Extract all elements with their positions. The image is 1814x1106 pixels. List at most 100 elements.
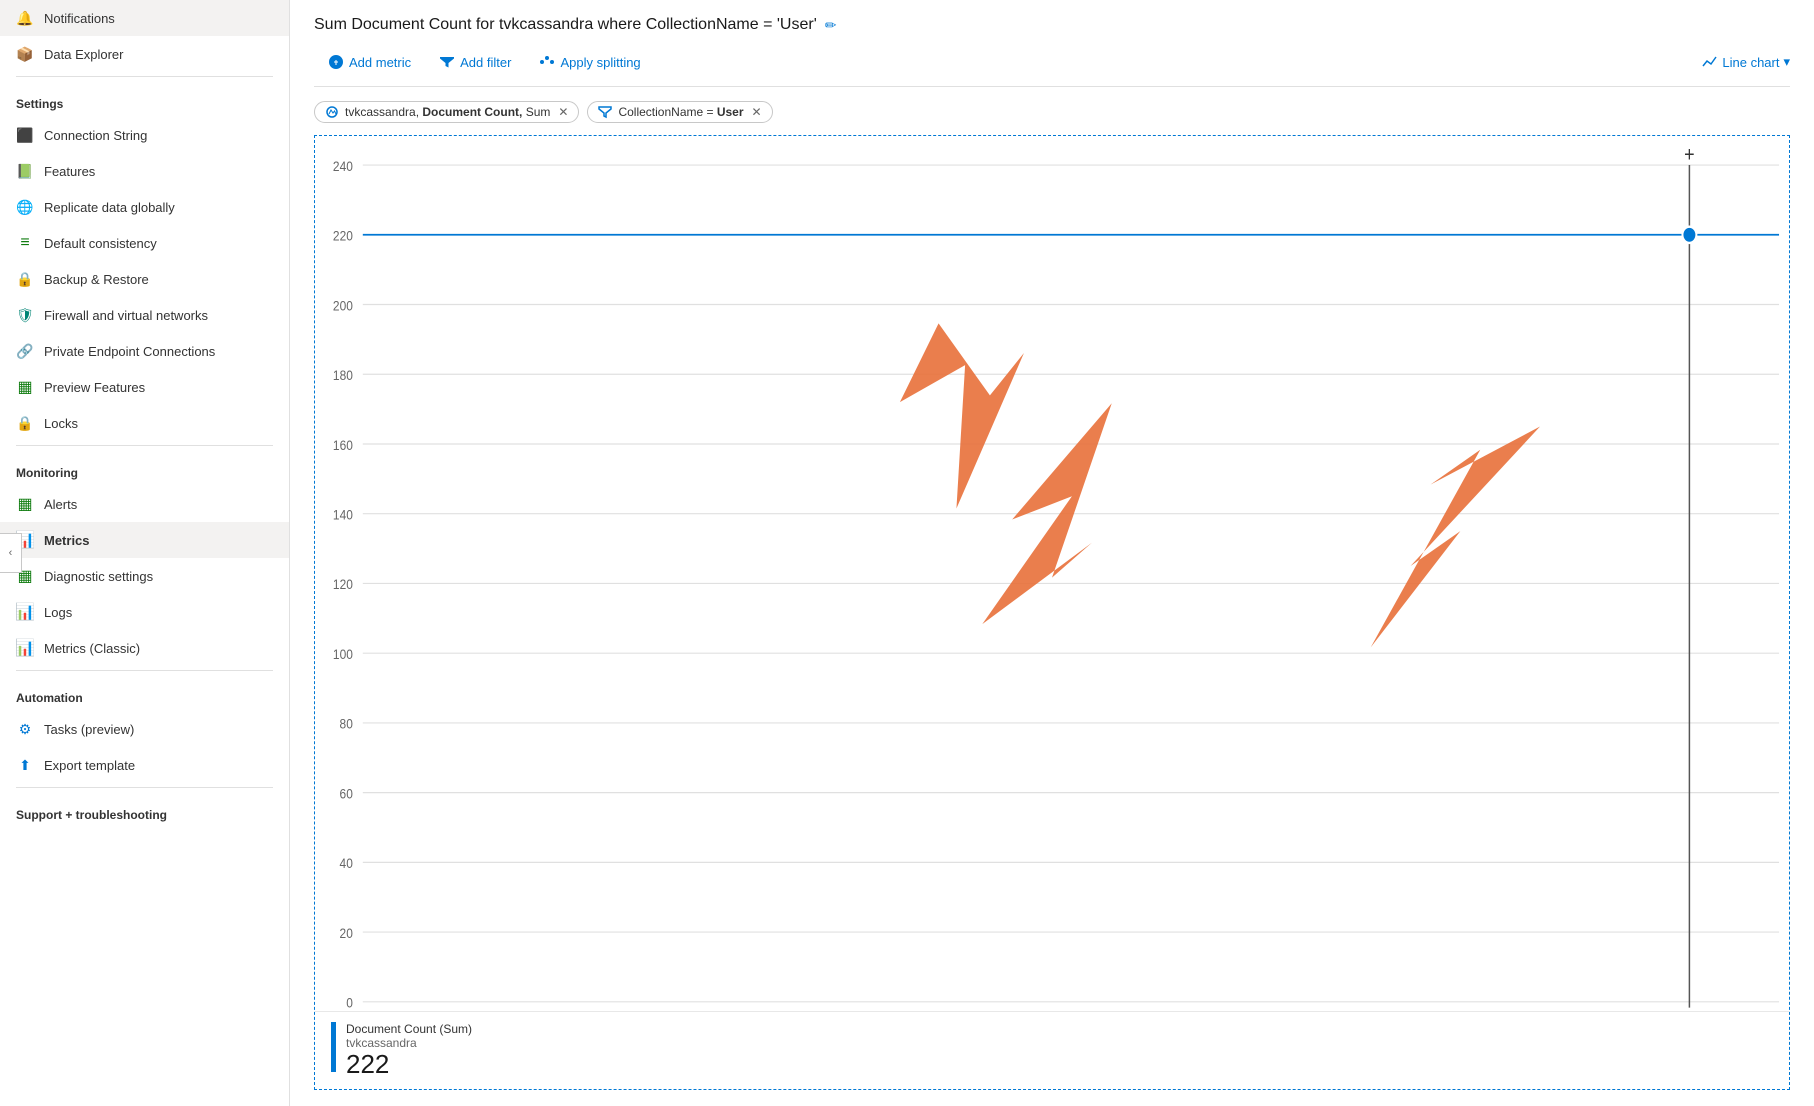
lock-icon: 🔒: [16, 414, 34, 432]
sidebar-item-label: Preview Features: [44, 380, 145, 395]
filter-tag-icon: [598, 105, 612, 119]
apply-splitting-icon: [539, 54, 555, 70]
add-filter-icon: [439, 54, 455, 70]
alerts-icon: ▦: [16, 495, 34, 513]
main-inner: Sum Document Count for tvkcassandra wher…: [290, 0, 1814, 1106]
svg-text:+: +: [1684, 143, 1694, 167]
add-filter-label: Add filter: [460, 55, 511, 70]
chart-container: 240 220 200 180 160 140 120 100 80 60 40…: [314, 135, 1790, 1090]
sidebar-item-label: Tasks (preview): [44, 722, 134, 737]
sidebar-item-logs[interactable]: 📊 Logs: [0, 594, 289, 630]
sidebar-item-data-explorer[interactable]: 📦 Data Explorer: [0, 36, 289, 72]
export-icon: ⬆: [16, 756, 34, 774]
sidebar-item-metrics[interactable]: 📊 Metrics: [0, 522, 289, 558]
sidebar-item-label: Notifications: [44, 11, 115, 26]
collapse-sidebar-button[interactable]: ‹: [0, 533, 22, 573]
sidebar-item-label: Diagnostic settings: [44, 569, 153, 584]
divider-support: [16, 787, 273, 788]
apply-splitting-label: Apply splitting: [560, 55, 640, 70]
chart-title: Sum Document Count for tvkcassandra wher…: [314, 16, 1790, 34]
svg-text:180: 180: [333, 367, 353, 383]
sidebar-item-private-endpoints[interactable]: 🔗 Private Endpoint Connections: [0, 333, 289, 369]
sidebar-item-features[interactable]: 📗 Features: [0, 153, 289, 189]
sidebar-item-preview-features[interactable]: ▦ Preview Features: [0, 369, 289, 405]
svg-text:40: 40: [340, 855, 353, 871]
sidebar-item-diagnostic[interactable]: ▦ Diagnostic settings: [0, 558, 289, 594]
endpoint-icon: 🔗: [16, 342, 34, 360]
sidebar-item-label: Metrics (Classic): [44, 641, 140, 656]
svg-text:240: 240: [333, 158, 353, 174]
bell-icon: 🔔: [16, 9, 34, 27]
sidebar-item-label: Default consistency: [44, 236, 157, 251]
svg-text:200: 200: [333, 297, 353, 313]
sidebar-item-notifications[interactable]: 🔔 Notifications: [0, 0, 289, 36]
features-icon: 📗: [16, 162, 34, 180]
legend-value: 222: [346, 1050, 472, 1079]
metric-tag-close[interactable]: ✕: [558, 105, 568, 119]
divider: [16, 76, 273, 77]
add-metric-button[interactable]: Add metric: [314, 48, 425, 76]
sidebar-item-label: Connection String: [44, 128, 147, 143]
svg-text:20: 20: [340, 925, 353, 941]
sidebar-item-firewall[interactable]: 🛡 Firewall and virtual networks: [0, 297, 289, 333]
filter-tags-row: tvkcassandra, Document Count, Sum ✕ Coll…: [314, 101, 1790, 123]
consistency-icon: ≡: [16, 234, 34, 252]
add-metric-icon: [328, 54, 344, 70]
sidebar-item-connection-string[interactable]: ⬛ Connection String: [0, 117, 289, 153]
apply-splitting-button[interactable]: Apply splitting: [525, 48, 654, 76]
collection-tag-text: CollectionName = User: [618, 105, 743, 119]
sidebar-item-label: Alerts: [44, 497, 77, 512]
sidebar-item-label: Replicate data globally: [44, 200, 175, 215]
chart-legend: Document Count (Sum) tvkcassandra 222: [315, 1011, 1789, 1089]
legend-text: Document Count (Sum) tvkcassandra 222: [346, 1022, 472, 1079]
metrics-classic-icon: 📊: [16, 639, 34, 657]
firewall-icon: 🛡: [16, 306, 34, 324]
svg-text:120: 120: [333, 576, 353, 592]
metric-tag-icon: [325, 105, 339, 119]
metric-filter-tag[interactable]: tvkcassandra, Document Count, Sum ✕: [314, 101, 579, 123]
line-chart-selector[interactable]: Line chart ▾: [1702, 54, 1790, 70]
sidebar-item-label: Export template: [44, 758, 135, 773]
section-title-automation: Automation: [0, 675, 289, 711]
sidebar-item-consistency[interactable]: ≡ Default consistency: [0, 225, 289, 261]
logs-icon: 📊: [16, 603, 34, 621]
sidebar-item-label: Features: [44, 164, 95, 179]
sidebar-item-tasks[interactable]: ⚙ Tasks (preview): [0, 711, 289, 747]
section-title-support: Support + troubleshooting: [0, 792, 289, 828]
toolbar: Add metric Add filter Apply splitting Li…: [314, 48, 1790, 87]
sidebar-item-backup[interactable]: 🔒 Backup & Restore: [0, 261, 289, 297]
sidebar-item-locks[interactable]: 🔒 Locks: [0, 405, 289, 441]
divider-automation: [16, 670, 273, 671]
add-filter-button[interactable]: Add filter: [425, 48, 525, 76]
add-metric-label: Add metric: [349, 55, 411, 70]
globe-icon: 🌐: [16, 198, 34, 216]
sidebar-item-replicate[interactable]: 🌐 Replicate data globally: [0, 189, 289, 225]
divider-monitoring: [16, 445, 273, 446]
sidebar-item-label: Backup & Restore: [44, 272, 149, 287]
legend-title: Document Count (Sum): [346, 1022, 472, 1036]
backup-icon: 🔒: [16, 270, 34, 288]
sidebar: 🔔 Notifications 📦 Data Explorer Settings…: [0, 0, 290, 1106]
sidebar-item-alerts[interactable]: ▦ Alerts: [0, 486, 289, 522]
collection-filter-tag[interactable]: CollectionName = User ✕: [587, 101, 772, 123]
sidebar-item-label: Firewall and virtual networks: [44, 308, 208, 323]
collection-tag-close[interactable]: ✕: [752, 105, 762, 119]
legend-subtitle: tvkcassandra: [346, 1036, 472, 1050]
edit-title-icon[interactable]: ✏: [825, 17, 837, 34]
tasks-icon: ⚙: [16, 720, 34, 738]
metric-tag-text: tvkcassandra, Document Count, Sum: [345, 105, 550, 119]
cube-icon: 📦: [16, 45, 34, 63]
svg-text:0: 0: [346, 995, 353, 1011]
svg-text:100: 100: [333, 646, 353, 662]
sidebar-item-export[interactable]: ⬆ Export template: [0, 747, 289, 783]
connection-icon: ⬛: [16, 126, 34, 144]
section-title-monitoring: Monitoring: [0, 450, 289, 486]
sidebar-item-metrics-classic[interactable]: 📊 Metrics (Classic): [0, 630, 289, 666]
dropdown-arrow-icon: ▾: [1783, 54, 1790, 70]
sidebar-item-label: Private Endpoint Connections: [44, 344, 215, 359]
svg-text:140: 140: [333, 507, 353, 523]
svg-text:160: 160: [333, 437, 353, 453]
sidebar-item-label: Metrics: [44, 533, 90, 548]
preview-icon: ▦: [16, 378, 34, 396]
sidebar-item-label: Locks: [44, 416, 78, 431]
